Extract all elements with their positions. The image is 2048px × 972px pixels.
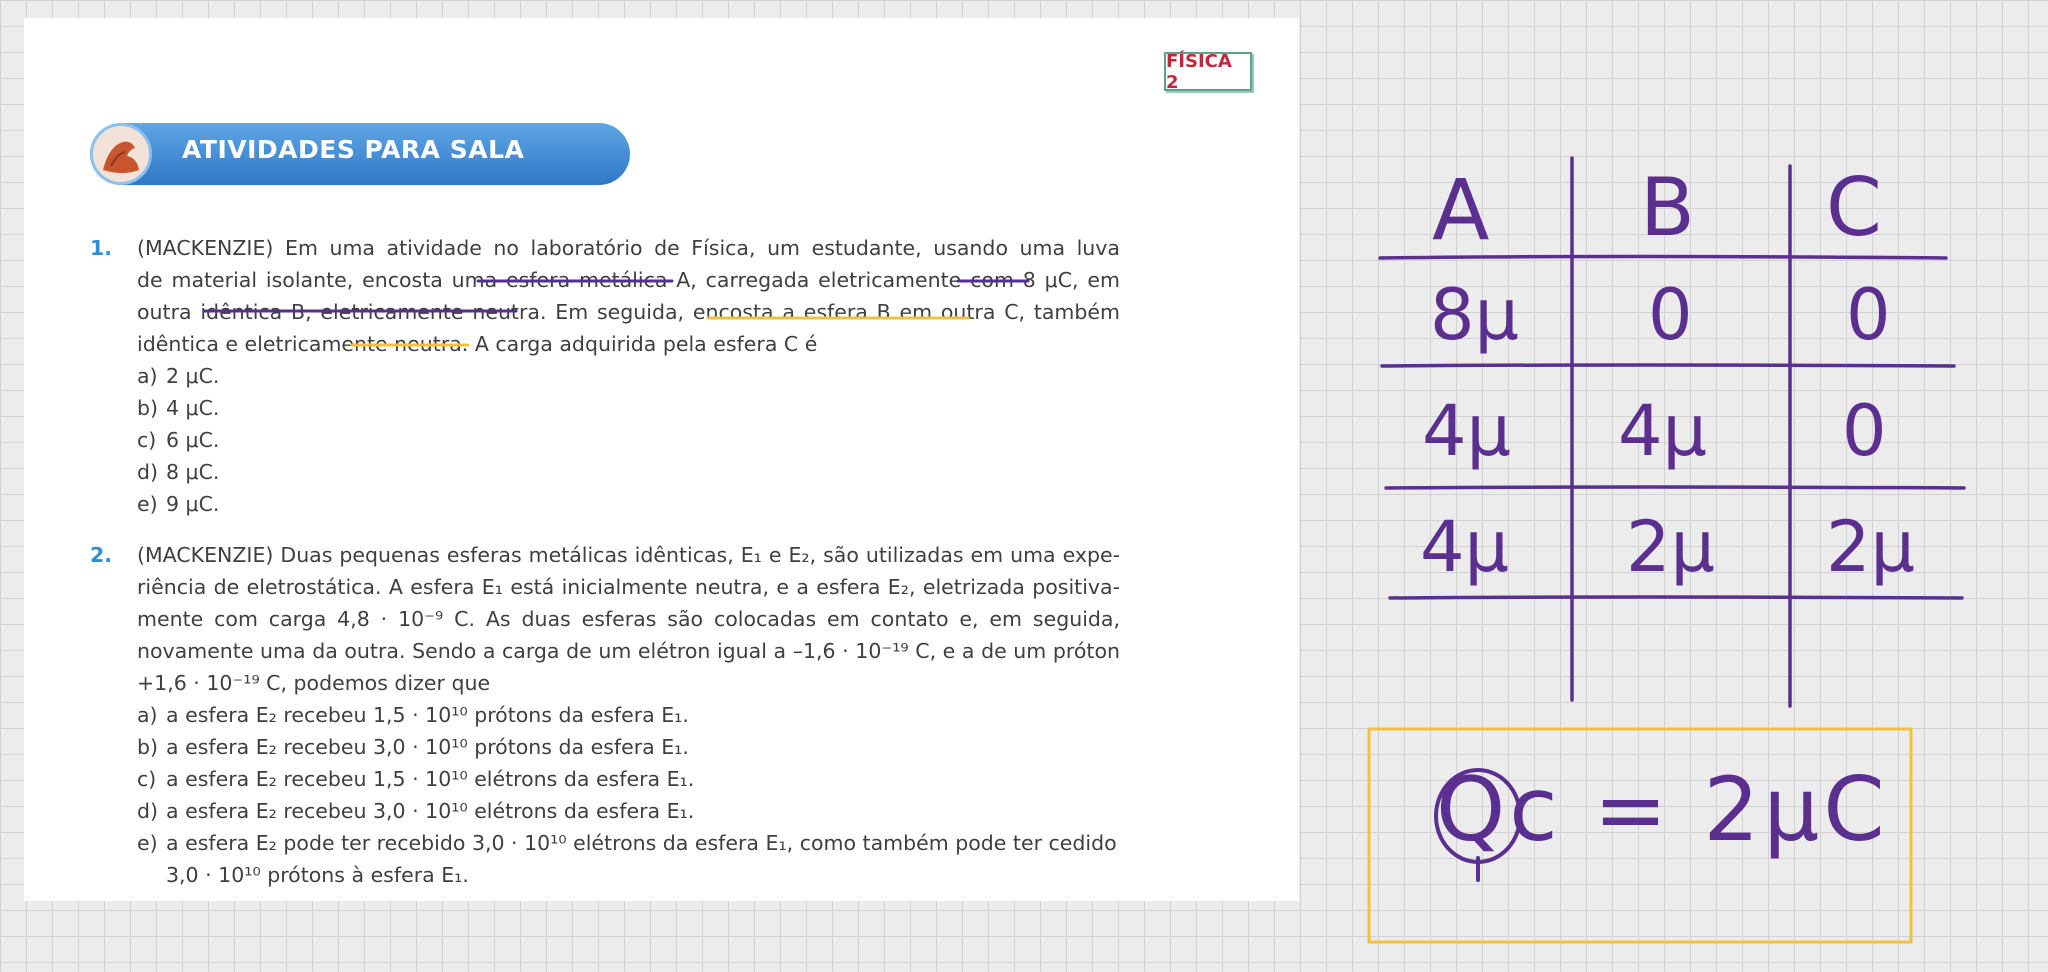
table-cell: 0: [1846, 274, 1891, 356]
table-rule: [1384, 485, 1966, 490]
table-rule: [1380, 363, 1956, 368]
handwritten-result: Qc = 2μC: [1436, 758, 1889, 861]
table-header-a: A: [1432, 161, 1490, 259]
table-header-c: C: [1826, 161, 1882, 254]
table-rule: [1388, 595, 1964, 600]
table-header-b: B: [1640, 161, 1695, 254]
table-cell: 8μ: [1430, 274, 1520, 356]
table-cell: 2μ: [1826, 506, 1916, 588]
table-cell: 2μ: [1626, 506, 1716, 588]
table-cell: 4μ: [1420, 506, 1510, 588]
table-cell: 4μ: [1422, 390, 1512, 472]
table-cell: 4μ: [1618, 390, 1708, 472]
table-cell: 0: [1648, 274, 1693, 356]
table-cell: 0: [1842, 390, 1887, 472]
